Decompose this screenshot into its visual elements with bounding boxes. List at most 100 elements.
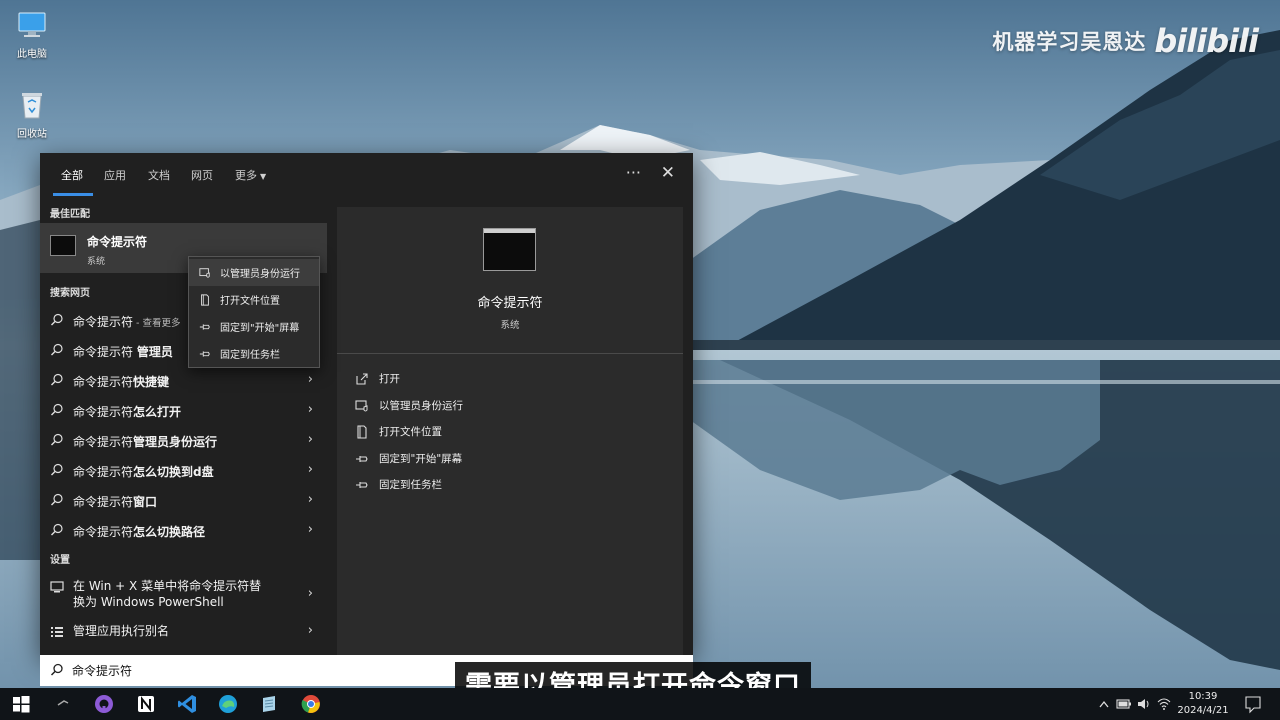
search-input[interactable] (72, 660, 472, 680)
desktop-icon-label: 此电脑 (17, 49, 47, 60)
close-icon[interactable]: ✕ (661, 163, 675, 183)
battery-icon[interactable] (1116, 688, 1132, 720)
recycle-bin-icon (15, 88, 49, 122)
settings-item-winx-powershell[interactable]: 在 Win + X 菜单中将命令提示符替 换为 Windows PowerShe… (40, 574, 327, 614)
best-match-name: 命令提示符 (87, 235, 148, 249)
chevron-right-icon: › (307, 432, 313, 447)
search-icon (51, 343, 63, 356)
web-result-suggestion: 怎么打开 (133, 405, 182, 419)
taskbar-clock[interactable]: 10:39 2024/4/21 (1172, 690, 1234, 718)
desktop-icon-recycle-bin[interactable]: 回收站 (0, 88, 64, 140)
context-item-label: 打开文件位置 (220, 296, 280, 307)
action-open[interactable]: 打开 (355, 371, 400, 386)
context-item-run-as-admin[interactable]: 以管理员身份运行 (189, 259, 319, 286)
action-pin-to-taskbar[interactable]: 固定到任务栏 (355, 477, 442, 492)
tab-apps[interactable]: 应用 (104, 167, 126, 183)
web-result-query: 命令提示符 (73, 405, 134, 419)
web-result-item[interactable]: 命令提示符管理员身份运行 › (40, 425, 327, 455)
taskbar: 10:39 2024/4/21 (0, 688, 1280, 720)
file-icon (201, 293, 209, 306)
bilibili-logo: bilibili (1154, 22, 1259, 60)
tray-chevron-up-icon[interactable] (1098, 688, 1110, 720)
windows-search-panel: 全部 应用 文档 网页 更多 ▼ ··· ✕ 最佳匹配 命令提示符 系统 搜索网页… (40, 153, 693, 656)
chevron-down-icon: ▼ (260, 172, 267, 181)
shield-icon (199, 267, 210, 278)
list-icon (51, 627, 63, 637)
action-label: 打开文件位置 (379, 426, 442, 438)
preview-app-type: 系统 (500, 320, 520, 331)
action-label: 以管理员身份运行 (379, 400, 463, 412)
file-icon (357, 424, 367, 439)
desktop-icon-this-pc[interactable]: 此电脑 (0, 8, 64, 60)
github-icon[interactable] (93, 693, 115, 715)
tab-all[interactable]: 全部 (61, 167, 83, 183)
open-icon (356, 372, 368, 385)
vscode-icon[interactable] (176, 693, 198, 715)
search-icon (51, 493, 63, 506)
web-result-item[interactable]: 命令提示符怎么切换路径 › (40, 515, 327, 545)
tab-web[interactable]: 网页 (191, 167, 213, 183)
preview-app-name: 命令提示符 (477, 296, 543, 311)
chevron-right-icon: › (307, 402, 313, 417)
web-result-suggestion: 窗口 (133, 495, 158, 509)
context-item-open-file-location[interactable]: 打开文件位置 (189, 286, 319, 313)
notepad-icon[interactable] (258, 693, 280, 715)
web-result-item[interactable]: 命令提示符怎么切换到d盘 › (40, 455, 327, 485)
web-result-suggestion: 管理员 (136, 345, 173, 359)
best-match-type: 系统 (87, 257, 106, 267)
task-view-icon[interactable] (52, 693, 74, 715)
search-icon (51, 463, 63, 476)
context-item-label: 固定到任务栏 (220, 350, 280, 361)
action-pin-to-start[interactable]: 固定到"开始"屏幕 (355, 451, 462, 466)
more-options-icon[interactable]: ··· (626, 163, 641, 182)
tab-more-label: 更多 (235, 169, 257, 182)
chevron-right-icon: › (307, 492, 313, 507)
edge-icon[interactable] (217, 693, 239, 715)
context-item-pin-to-taskbar[interactable]: 固定到任务栏 (189, 340, 319, 367)
notion-icon[interactable] (135, 693, 157, 715)
best-match-heading: 最佳匹配 (50, 209, 90, 220)
settings-item-line2: 换为 Windows PowerShell (73, 595, 224, 609)
context-item-pin-to-start[interactable]: 固定到"开始"屏幕 (189, 313, 319, 340)
search-icon (51, 433, 63, 446)
action-run-as-admin[interactable]: 以管理员身份运行 (355, 398, 463, 413)
web-result-item[interactable]: 命令提示符怎么打开 › (40, 395, 327, 425)
web-result-label: 命令提示符管理员身份运行 (73, 433, 217, 450)
pin-icon (356, 481, 368, 488)
web-result-query: 命令提示符 (73, 375, 134, 389)
chevron-right-icon: › (307, 522, 313, 537)
search-tabs: 全部 应用 文档 网页 更多 ▼ ··· ✕ (40, 153, 693, 197)
web-result-suggestion: 管理员身份运行 (133, 435, 218, 449)
windows-start-icon[interactable] (10, 693, 32, 715)
web-result-item[interactable]: 命令提示符窗口 › (40, 485, 327, 515)
shield-icon (355, 399, 368, 411)
tab-more[interactable]: 更多 ▼ (235, 167, 266, 183)
wifi-icon[interactable] (1156, 688, 1172, 720)
web-result-query: 命令提示符 (73, 495, 134, 509)
search-icon (51, 373, 63, 386)
chevron-right-icon: › (307, 623, 313, 638)
search-icon (50, 663, 63, 676)
settings-item-app-execution-alias[interactable]: 管理应用执行别名 › (40, 619, 327, 647)
chevron-right-icon: › (307, 462, 313, 477)
chrome-icon[interactable] (300, 693, 322, 715)
web-result-query: 命令提示符 (73, 465, 134, 479)
action-label: 打开 (379, 373, 400, 385)
action-label: 固定到任务栏 (379, 479, 442, 491)
pin-icon (199, 350, 210, 357)
web-result-suffix: - 查看更多 (133, 318, 181, 329)
settings-item-line1: 在 Win + X 菜单中将命令提示符替 (73, 579, 262, 593)
volume-icon[interactable] (1136, 688, 1152, 720)
tab-documents[interactable]: 文档 (148, 167, 170, 183)
web-result-item[interactable]: 命令提示符快捷键 › (40, 365, 327, 395)
web-search-heading: 搜索网页 (50, 288, 90, 299)
action-open-file-location[interactable]: 打开文件位置 (355, 424, 442, 439)
search-icon (51, 523, 63, 536)
web-result-suggestion: 怎么切换路径 (133, 525, 206, 539)
chevron-right-icon: › (307, 372, 313, 387)
action-label: 固定到"开始"屏幕 (379, 453, 463, 465)
web-result-label: 命令提示符快捷键 (73, 373, 169, 390)
command-prompt-icon (483, 228, 536, 271)
web-result-suggestion: 快捷键 (133, 375, 170, 389)
notification-icon[interactable] (1244, 688, 1262, 720)
